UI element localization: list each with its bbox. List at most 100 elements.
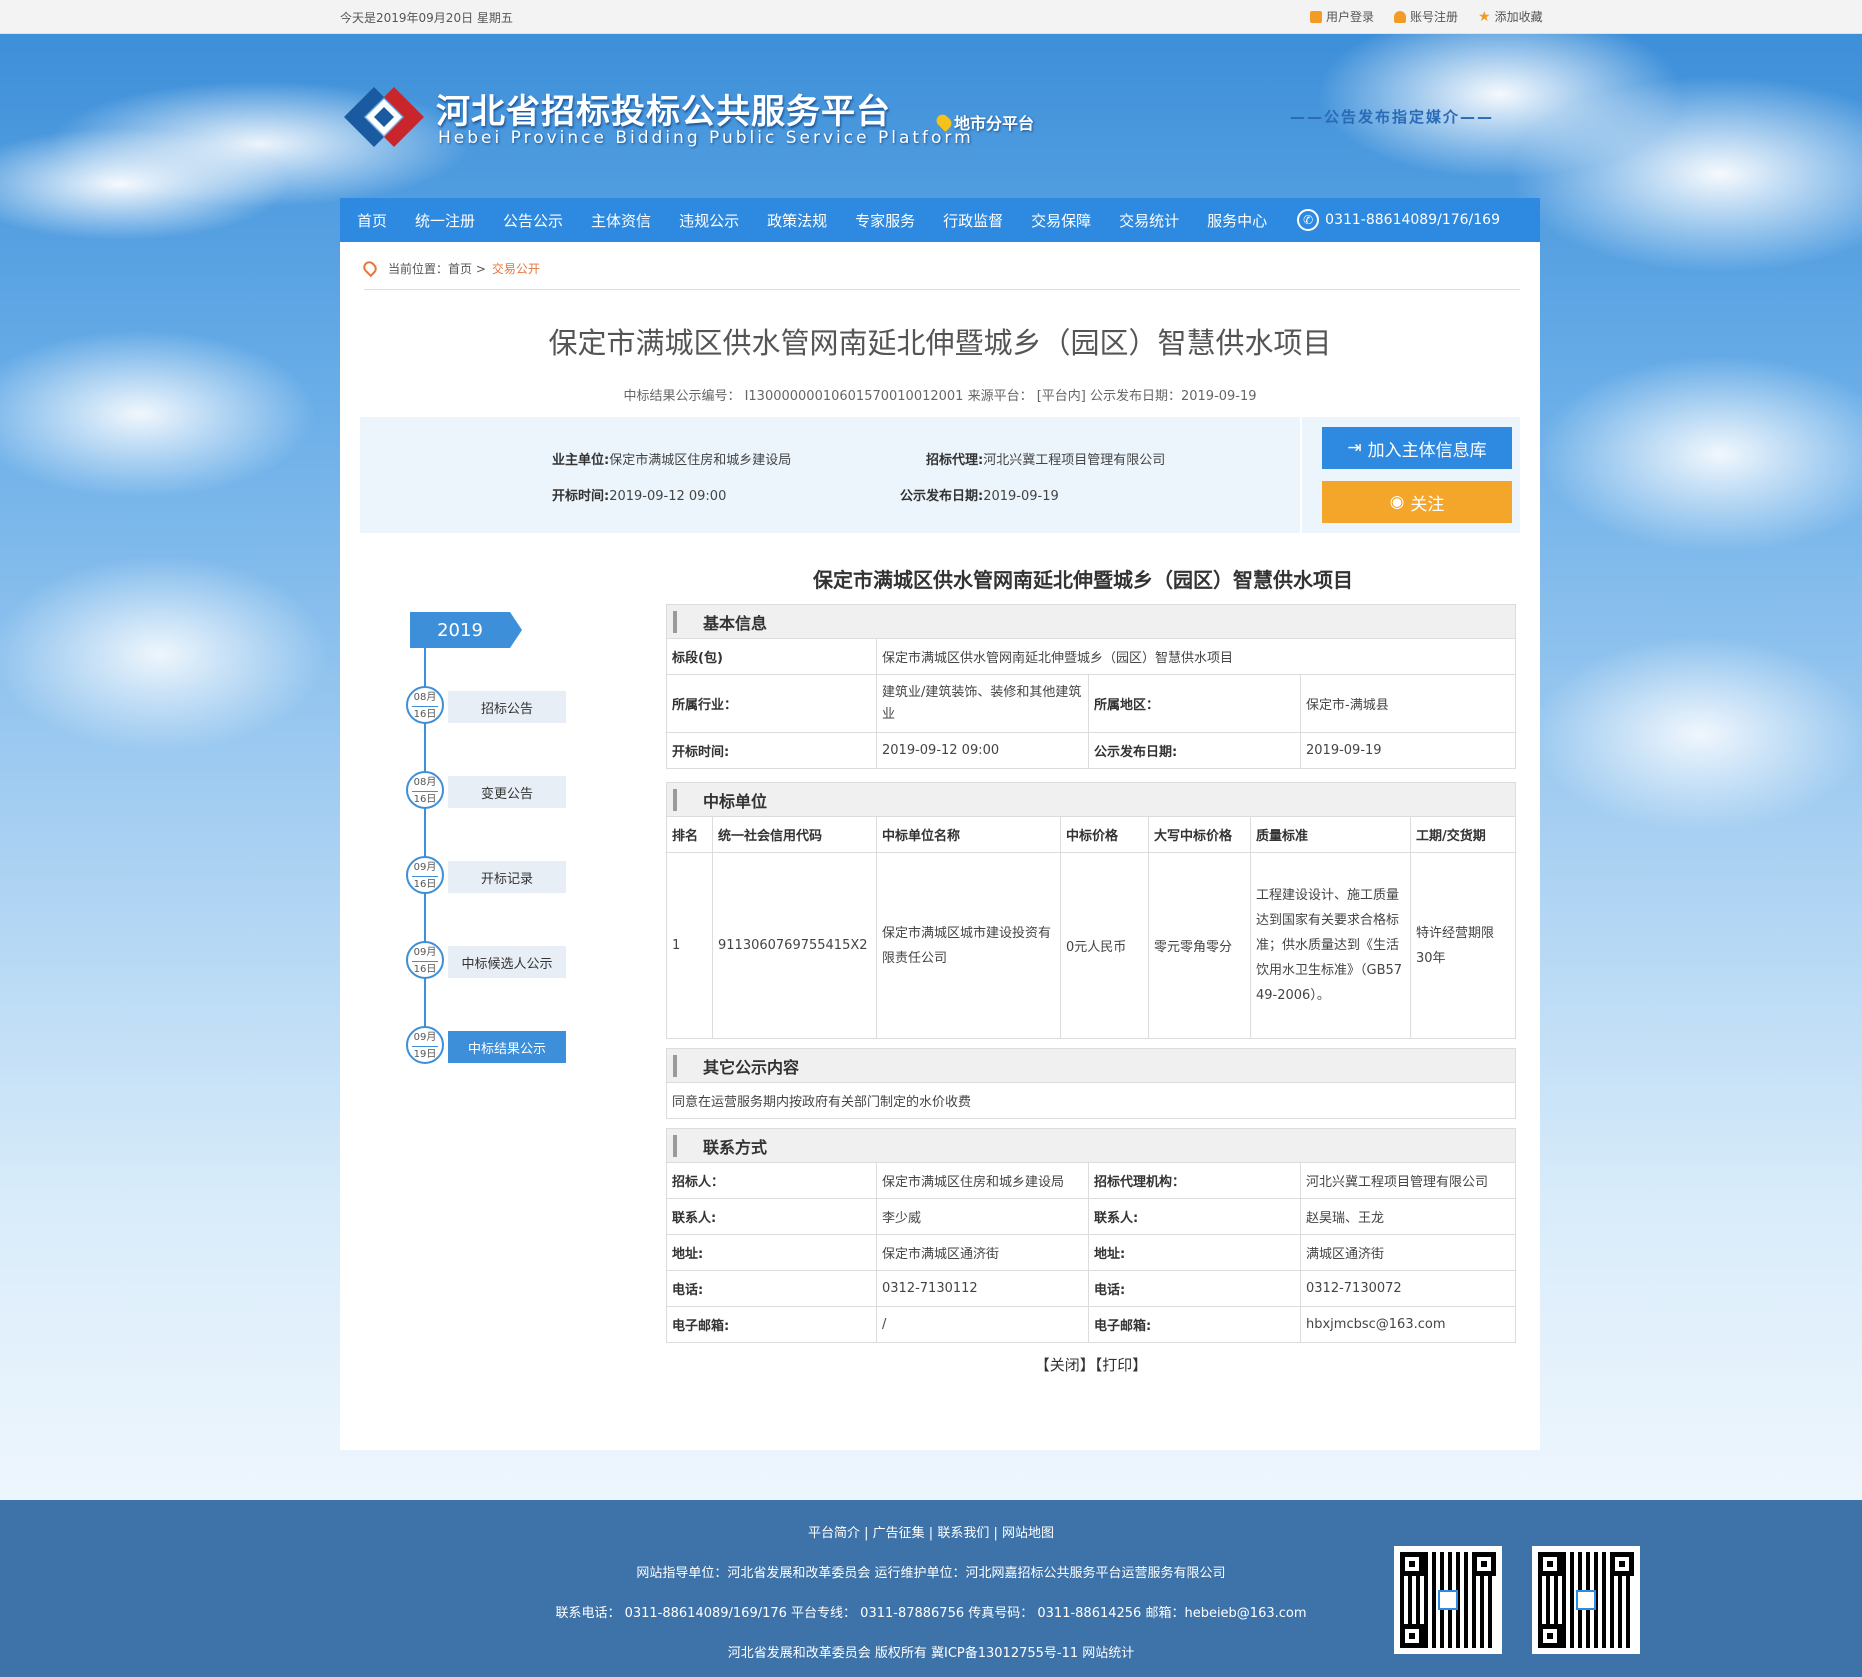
timeline-date: 08月 16日 xyxy=(406,771,444,809)
contact-heading: 联系方式 xyxy=(666,1128,1516,1163)
industry-value: 建筑业/建筑装饰、装修和其他建筑业 xyxy=(876,674,1089,733)
industry-label: 所属行业： xyxy=(666,674,877,733)
timeline-date: 09月 16日 xyxy=(406,856,444,894)
basic-publish-value: 2019-09-19 xyxy=(1300,732,1516,769)
city-platform-link[interactable]: 地市分平台 xyxy=(934,110,1035,134)
timeline-label[interactable]: 中标候选人公示 xyxy=(448,946,566,978)
register-label: 账号注册 xyxy=(1410,10,1459,24)
open-time-value: 2019-09-12 09:00 xyxy=(609,489,727,504)
phone-icon: ✆ xyxy=(1297,209,1320,231)
owner-value: 保定市满城区住房和城乡建设局 xyxy=(609,453,792,468)
col-price-upper: 大写中标价格 xyxy=(1148,816,1251,853)
col-period: 工期/交货期 xyxy=(1410,816,1516,853)
nav-statistics[interactable]: 交易统计 xyxy=(1105,210,1193,231)
section-heading: 保定市满城区供水管网南延北伸暨城乡（园区）智慧供水项目 xyxy=(813,568,1353,592)
favorite-label: 添加收藏 xyxy=(1494,10,1543,24)
open-time-label: 开标时间: xyxy=(552,489,610,504)
follow-button-label: 关注 xyxy=(1410,494,1445,515)
breadcrumb-current[interactable]: 交易公开 xyxy=(492,260,540,277)
footer-links[interactable]: 平台简介 | 广告征集 | 联系我们 | 网站地图 xyxy=(0,1522,1862,1541)
table-row: 地址: 保定市满城区通济街 地址: 满城区通济街 xyxy=(666,1234,1516,1271)
winner-rank: 1 xyxy=(666,852,713,1039)
timeline-date: 09月 19日 xyxy=(406,1026,444,1064)
timeline-date: 09月 16日 xyxy=(406,941,444,979)
table-row: 招标人： 保定市满城区住房和城乡建设局 招标代理机构： 河北兴冀工程项目管理有限公司 xyxy=(666,1162,1516,1199)
basic-publish-label: 公示发布日期: xyxy=(1088,732,1301,769)
table-row: 电子邮箱: / 电子邮箱: hbxjmcbsc@163.com xyxy=(666,1306,1516,1343)
nav-violations[interactable]: 违规公示 xyxy=(665,210,753,231)
nav-notices[interactable]: 公告公示 xyxy=(489,210,577,231)
platform-title: 河北省招标投标公共服务平台 xyxy=(436,92,891,132)
login-link[interactable]: 用户登录 xyxy=(1310,8,1374,25)
breadcrumb-prefix[interactable]: 当前位置：首页 > xyxy=(388,260,486,277)
current-date: 今天是2019年09月20日 星期五 xyxy=(340,11,513,25)
basic-open-value: 2019-09-12 09:00 xyxy=(876,732,1089,769)
star-icon: ★ xyxy=(1478,8,1491,25)
user-icon xyxy=(1394,10,1407,23)
winner-price: 0元人民币 xyxy=(1060,852,1149,1039)
table-row: 电话: 0312-7130112 电话: 0312-7130072 xyxy=(666,1270,1516,1307)
timeline-item[interactable]: 09月 16日 开标记录 xyxy=(400,856,600,896)
owner-field: 业主单位:保定市满城区住房和城乡建设局 xyxy=(552,449,791,468)
print-button[interactable]: 【打印】 xyxy=(1095,1356,1148,1374)
winner-heading: 中标单位 xyxy=(666,782,1516,817)
other-content: 同意在运营服务期内按政府有关部门制定的水价收费 xyxy=(666,1082,1516,1119)
location-icon xyxy=(360,258,380,278)
nav-policy[interactable]: 政策法规 xyxy=(753,210,841,231)
add-button-label: 加入主体信息库 xyxy=(1367,440,1487,461)
owner-label: 业主单位: xyxy=(552,453,610,468)
nav-supervision[interactable]: 行政监督 xyxy=(929,210,1017,231)
top-strip: 今天是2019年09月20日 星期五 用户登录 账号注册 ★ 添加收藏 xyxy=(0,0,1862,34)
publish-date-value: 2019-09-19 xyxy=(983,489,1059,504)
page-actions: 【关闭】【打印】 xyxy=(666,1354,1516,1375)
add-to-database-button[interactable]: ⇥ 加入主体信息库 xyxy=(1322,427,1512,469)
winner-name: 保定市满城区城市建设投资有限责任公司 xyxy=(876,852,1061,1039)
basic-info-heading: 基本信息 xyxy=(666,604,1516,639)
region-value: 保定市-满城县 xyxy=(1300,674,1516,733)
notice-meta: 中标结果公示编号： I13000000010601570010012001 来源… xyxy=(623,389,1257,404)
nav-experts[interactable]: 专家服务 xyxy=(841,210,929,231)
timeline-item-active[interactable]: 09月 19日 中标结果公示 xyxy=(400,1026,600,1066)
site-header: 河北省招标投标公共服务平台 Hebei Province Bidding Pub… xyxy=(340,80,1540,160)
other-content-table: 其它公示内容 同意在运营服务期内按政府有关部门制定的水价收费 xyxy=(666,1048,1516,1119)
nav-service[interactable]: 服务中心 xyxy=(1193,210,1281,231)
close-button[interactable]: 【关闭】 xyxy=(1035,1356,1095,1374)
follow-button[interactable]: ◉ 关注 xyxy=(1322,481,1512,523)
open-time-field: 开标时间:2019-09-12 09:00 xyxy=(552,485,726,504)
publish-date-field: 公示发布日期:2019-09-19 xyxy=(900,485,1059,504)
timeline-label[interactable]: 招标公告 xyxy=(448,691,566,723)
agent-label: 招标代理: xyxy=(926,453,984,468)
favorite-link[interactable]: ★ 添加收藏 xyxy=(1478,8,1543,25)
timeline-label[interactable]: 开标记录 xyxy=(448,861,566,893)
timeline-item[interactable]: 09月 16日 中标候选人公示 xyxy=(400,941,600,981)
agent-value: 河北兴冀工程项目管理有限公司 xyxy=(983,453,1166,468)
basic-info-table: 基本信息 标段(包) 保定市满城区供水管网南延北伸暨城乡（园区）智慧供水项目 所属… xyxy=(666,604,1516,769)
sign-in-icon: ⇥ xyxy=(1347,438,1362,458)
nav-home[interactable]: 首页 xyxy=(340,210,401,231)
lot-label: 标段(包) xyxy=(666,638,877,675)
nav-credit[interactable]: 主体资信 xyxy=(577,210,665,231)
nav-register[interactable]: 统一注册 xyxy=(401,210,489,231)
timeline-item[interactable]: 08月 16日 变更公告 xyxy=(400,771,600,811)
media-label: ——公告发布指定媒介—— xyxy=(1290,108,1495,126)
winner-price-upper: 零元零角零分 xyxy=(1148,852,1251,1039)
timeline-item[interactable]: 08月 16日 招标公告 xyxy=(400,686,600,726)
breadcrumb: 当前位置：首页 > 交易公开 xyxy=(360,258,1520,290)
table-row: 1 9113060769755415X2 保定市满城区城市建设投资有限责任公司 … xyxy=(666,852,1516,1039)
other-heading: 其它公示内容 xyxy=(666,1048,1516,1083)
timeline-label[interactable]: 中标结果公示 xyxy=(448,1031,566,1063)
winner-quality: 工程建设设计、施工质量达到国家有关要求合格标准；供水质量达到《生活饮用水卫生标准… xyxy=(1250,852,1411,1039)
timeline-label[interactable]: 变更公告 xyxy=(448,776,566,808)
col-price: 中标价格 xyxy=(1060,816,1149,853)
nav-phone: ✆ 0311-88614089/176/169 xyxy=(1297,209,1500,231)
nav-guarantee[interactable]: 交易保障 xyxy=(1017,210,1105,231)
platform-subtitle: Hebei Province Bidding Public Service Pl… xyxy=(438,128,974,148)
lock-icon xyxy=(1310,10,1322,23)
eye-icon: ◉ xyxy=(1389,492,1405,512)
register-link[interactable]: 账号注册 xyxy=(1394,8,1458,25)
table-row: 联系人: 李少威 联系人: 赵昊瑞、王龙 xyxy=(666,1198,1516,1235)
city-label: 地市分平台 xyxy=(954,114,1035,133)
timeline-year: 2019 xyxy=(410,612,522,648)
col-quality: 质量标准 xyxy=(1250,816,1411,853)
platform-logo-icon xyxy=(344,87,424,147)
